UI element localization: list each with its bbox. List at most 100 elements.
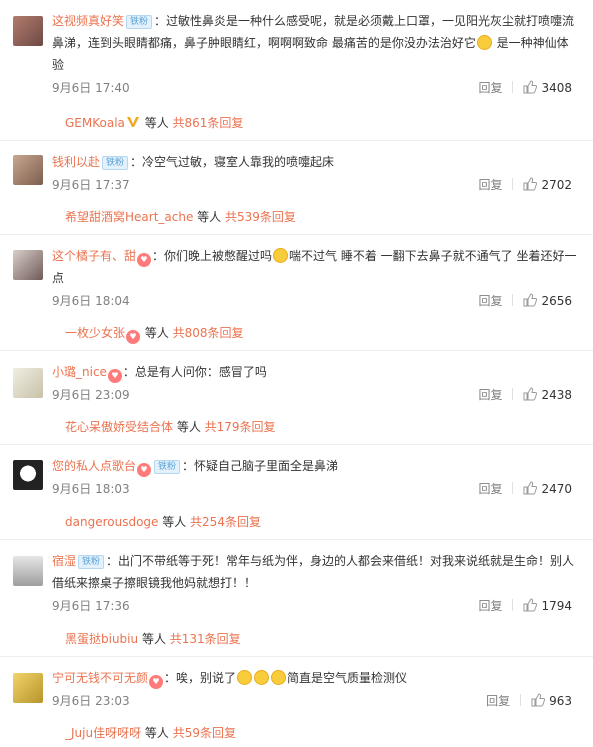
thumbs-up-icon[interactable] [531, 693, 546, 707]
verified-icon [126, 117, 139, 127]
crying-face-icon [254, 670, 270, 685]
divider [512, 599, 514, 611]
reply-count[interactable]: 共861条回复 [173, 116, 244, 130]
reply-button[interactable]: 回复 [478, 175, 502, 195]
thumbs-up-icon[interactable] [523, 481, 538, 495]
reply-button[interactable]: 回复 [478, 596, 502, 616]
reply-summary[interactable]: GEMKoala 等人 共861条回复 [65, 114, 243, 132]
fan-badge: 铁粉 [126, 15, 153, 29]
reply-summary[interactable]: _Juju佳呀呀呀 等人 共59条回复 [65, 724, 236, 742]
reply-username[interactable]: 一枚少女张 [65, 326, 125, 340]
divider [512, 482, 514, 494]
avatar[interactable] [13, 673, 43, 703]
comment-item: 这视频真好笑 铁粉 ：过敏性鼻炎是一种什么感受呢，就是必须戴上口罩，一见阳光灰尘就打… [0, 0, 593, 141]
timestamp: 9月6日 18:04 [52, 294, 130, 308]
vip-heart-icon: ♥ [126, 330, 141, 344]
timestamp: 9月6日 23:09 [52, 388, 130, 402]
reply-username[interactable]: 希望甜酒窝Heart_ache [65, 210, 193, 224]
timestamp: 9月6日 17:37 [52, 178, 130, 192]
reply-button[interactable]: 回复 [478, 479, 502, 499]
reply-button[interactable]: 回复 [486, 691, 510, 711]
comment-text: 您的私人点歌台 ♥ 铁粉 ：怀疑自己脑子里面全是鼻涕 [52, 455, 580, 477]
username[interactable]: 钱利以赴 [52, 155, 100, 169]
comment-text: 这视频真好笑 铁粉 ：过敏性鼻炎是一种什么感受呢，就是必须戴上口罩，一见阳光灰尘就打… [52, 14, 575, 72]
username[interactable]: 这视频真好笑 [52, 14, 124, 28]
divider [512, 294, 514, 306]
username[interactable]: 宿湿 [52, 554, 76, 568]
avatar[interactable] [13, 460, 43, 490]
comment-item: 钱利以赴 铁粉 ：冷空气过敏，寝室人靠我的喷嚏起床 9月6日 17:37 回复 270… [0, 141, 593, 235]
comment-text: 这个橘子有、甜 ♥ ：你们晚上被憋醒过吗 喘不过气 睡不着 一翻下去鼻子就不通气了 坐… [52, 248, 577, 285]
reply-count[interactable]: 共59条回复 [173, 726, 236, 740]
vip-heart-icon: ♥ [107, 369, 122, 383]
reply-username[interactable]: 花心呆傲娇受结合体 [65, 420, 173, 434]
reply-button[interactable]: 回复 [478, 291, 502, 311]
comment-list: 这视频真好笑 铁粉 ：过敏性鼻炎是一种什么感受呢，就是必须戴上口罩，一见阳光灰尘就打… [0, 0, 593, 747]
reply-count[interactable]: 共808条回复 [173, 326, 244, 340]
thumbs-up-icon[interactable] [523, 598, 538, 612]
thumbs-up-icon[interactable] [523, 387, 538, 401]
avatar[interactable] [13, 250, 43, 280]
crying-face-icon [237, 670, 253, 685]
reply-summary[interactable]: dangerousdoge 等人 共254条回复 [65, 513, 261, 531]
avatar[interactable] [13, 556, 43, 586]
thumbs-up-icon[interactable] [523, 177, 538, 191]
avatar[interactable] [13, 16, 43, 46]
reply-summary[interactable]: 希望甜酒窝Heart_ache 等人 共539条回复 [65, 208, 296, 226]
comment-item: 宁可无钱不可无颜 ♥ ：唉，别说了 简直是空气质量检测仪 9月6日 23:03 回复 9… [0, 657, 593, 747]
comment-item: 您的私人点歌台 ♥ 铁粉 ：怀疑自己脑子里面全是鼻涕 9月6日 18:03 回复 247… [0, 445, 593, 540]
fan-badge: 铁粉 [102, 156, 129, 170]
like-count: 3408 [541, 81, 572, 95]
comment-text: 宿湿 铁粉 ：出门不带纸等于死！常年与纸为伴，身边的人都会来借纸！对我来说纸就是生命… [52, 554, 575, 590]
reply-count[interactable]: 共179条回复 [205, 420, 276, 434]
thumbs-up-icon[interactable] [523, 293, 538, 307]
divider [512, 178, 514, 190]
divider [512, 388, 514, 400]
divider [520, 694, 522, 706]
like-count: 1794 [541, 599, 572, 613]
reply-username[interactable]: _Juju佳呀呀呀 [65, 726, 141, 740]
vip-heart-icon: ♥ [137, 253, 152, 267]
vip-heart-icon: ♥ [149, 675, 164, 689]
timestamp: 9月6日 18:03 [52, 482, 130, 496]
reply-count[interactable]: 共539条回复 [225, 210, 296, 224]
avatar[interactable] [13, 155, 43, 185]
reply-button[interactable]: 回复 [478, 78, 502, 98]
reply-username[interactable]: 黑蛋挞biubiu [65, 632, 138, 646]
reply-summary[interactable]: 黑蛋挞biubiu 等人 共131条回复 [65, 630, 241, 648]
reply-count[interactable]: 共254条回复 [190, 515, 261, 529]
comment-item: 宿湿 铁粉 ：出门不带纸等于死！常年与纸为伴，身边的人都会来借纸！对我来说纸就是生命… [0, 540, 593, 657]
like-count: 2470 [541, 482, 572, 496]
reply-summary[interactable]: 花心呆傲娇受结合体 等人 共179条回复 [65, 418, 276, 436]
timestamp: 9月6日 23:03 [52, 694, 130, 708]
comment-item: 小璐_nice ♥ ：总是有人问你：感冒了吗 9月6日 23:09 回复 2438 花… [0, 351, 593, 445]
reply-username[interactable]: GEMKoala [65, 116, 125, 130]
username[interactable]: 这个橘子有、甜 [52, 249, 136, 263]
fan-badge: 铁粉 [154, 460, 181, 474]
fan-badge: 铁粉 [78, 555, 105, 569]
username[interactable]: 小璐_nice [52, 365, 107, 379]
reply-button[interactable]: 回复 [478, 385, 502, 405]
crying-face-icon [271, 670, 287, 685]
crying-face-icon [476, 35, 492, 50]
comment-text: 钱利以赴 铁粉 ：冷空气过敏，寝室人靠我的喷嚏起床 [52, 155, 335, 170]
like-count: 2702 [541, 178, 572, 192]
timestamp: 9月6日 17:36 [52, 599, 130, 613]
comment-text: 小璐_nice ♥ ：总是有人问你：感冒了吗 [52, 361, 580, 383]
divider [512, 81, 514, 93]
thumbs-up-icon[interactable] [523, 80, 538, 94]
comment-text: 宁可无钱不可无颜 ♥ ：唉，别说了 简直是空气质量检测仪 [52, 667, 580, 689]
username[interactable]: 您的私人点歌台 [52, 459, 136, 473]
avatar[interactable] [13, 368, 43, 398]
reply-username[interactable]: dangerousdoge [65, 515, 158, 529]
like-count: 963 [549, 694, 572, 708]
timestamp: 9月6日 17:40 [52, 81, 130, 95]
reply-count[interactable]: 共131条回复 [170, 632, 241, 646]
crying-face-icon [273, 248, 289, 263]
like-count: 2438 [541, 388, 572, 402]
like-count: 2656 [541, 294, 572, 308]
reply-summary[interactable]: 一枚少女张 ♥ 等人 共808条回复 [65, 324, 244, 344]
username[interactable]: 宁可无钱不可无颜 [52, 671, 148, 685]
comment-item: 这个橘子有、甜 ♥ ：你们晚上被憋醒过吗 喘不过气 睡不着 一翻下去鼻子就不通气了 坐… [0, 235, 593, 351]
vip-heart-icon: ♥ [137, 463, 152, 477]
